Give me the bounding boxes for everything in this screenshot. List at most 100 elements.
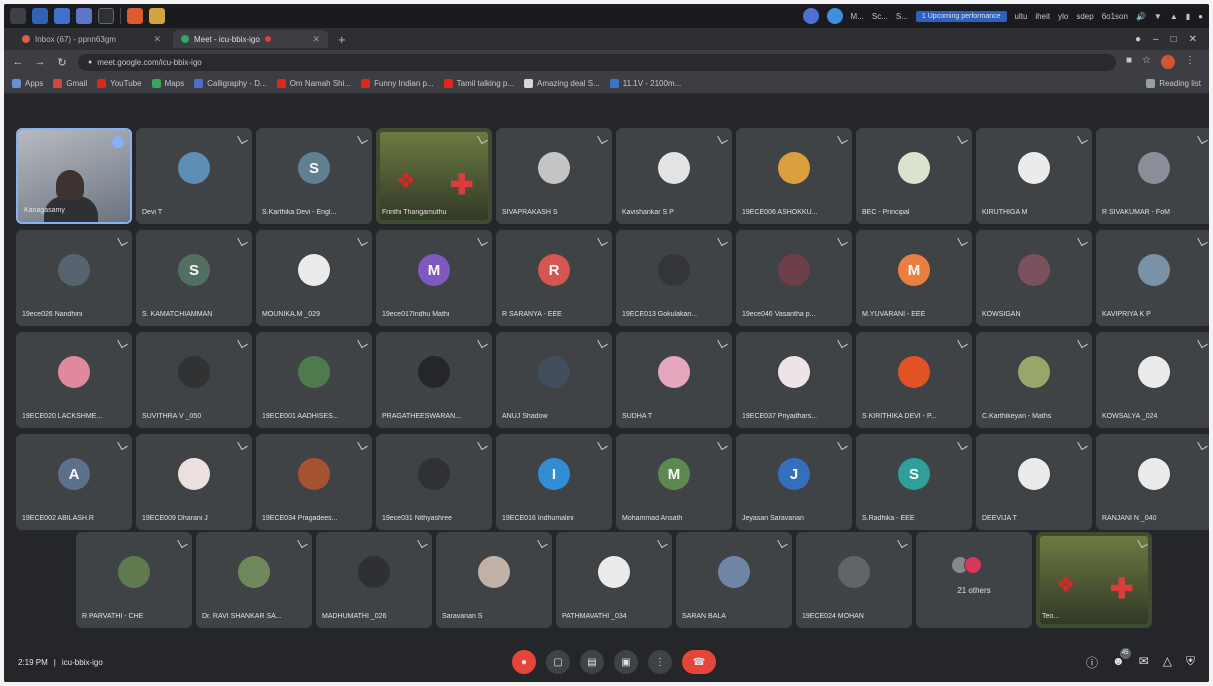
participant-tile[interactable]: 19ECE024 MOHAN	[796, 532, 912, 628]
participant-tile[interactable]: ❖ ✚ Teo...	[1036, 532, 1152, 628]
participant-tile[interactable]: Kanagasamy	[16, 128, 132, 224]
file-manager-icon[interactable]	[32, 8, 48, 24]
participant-tile[interactable]: MADHUMATHI _026	[316, 532, 432, 628]
maximize-icon[interactable]: □	[1171, 34, 1177, 45]
participant-tile[interactable]: R R SARANYA - EEE	[496, 230, 612, 326]
terminal-icon[interactable]	[76, 8, 92, 24]
participant-tile[interactable]: 19ECE013 Gokulakan...	[616, 230, 732, 326]
volume-icon[interactable]: 🔊	[1136, 12, 1146, 21]
participant-tile[interactable]: PRAGATHEESWARAN...	[376, 332, 492, 428]
more-options-button[interactable]: ⋮	[648, 650, 672, 674]
participant-tile[interactable]: M M.YUVARANI - EEE	[856, 230, 972, 326]
participant-tile[interactable]: Devi T	[136, 128, 252, 224]
meeting-details-icon[interactable]: ⓘ	[1086, 654, 1098, 671]
participant-tile[interactable]: M 19ece017Indhu Mathi	[376, 230, 492, 326]
chrome-icon[interactable]	[149, 8, 165, 24]
bookmark-calligraphy[interactable]: Calligraphy - D...	[194, 79, 267, 88]
address-bar[interactable]: ● meet.google.com/icu-bbix-igo	[78, 53, 1116, 71]
participant-tile[interactable]: 19ece046 Vasantha p...	[736, 230, 852, 326]
bookmark-youtube[interactable]: YouTube	[97, 79, 142, 88]
bookmark-funny-indian[interactable]: Funny Indian p...	[361, 79, 434, 88]
new-tab-icon[interactable]: +	[332, 32, 352, 47]
participant-tile[interactable]: SUDHA T	[616, 332, 732, 428]
participant-tile[interactable]: DEEVIJA T	[976, 434, 1092, 530]
participant-tile[interactable]: BEC - Principal	[856, 128, 972, 224]
bookmark-star-icon[interactable]: ☆	[1142, 55, 1151, 69]
brave-icon[interactable]	[127, 8, 143, 24]
camera-permission-icon[interactable]: ■	[1126, 55, 1132, 69]
participant-tile[interactable]: M Mohammad Ansath	[616, 434, 732, 530]
bookmark-gmail[interactable]: Gmail	[53, 79, 87, 88]
participant-tile[interactable]: KIRUTHIGA M	[976, 128, 1092, 224]
battery-icon[interactable]: ▮	[1186, 12, 1190, 21]
taskbar-window-2[interactable]: Sc...	[872, 12, 888, 21]
taskbar-window-3[interactable]: S...	[896, 12, 908, 21]
people-button[interactable]: ☻ 45	[1112, 647, 1131, 671]
participant-tile[interactable]: C.Karthikeyan - Maths	[976, 332, 1092, 428]
chat-icon[interactable]: ✉	[1139, 654, 1149, 671]
participant-tile[interactable]: MOUNIKA.M _029	[256, 230, 372, 326]
profile-dot-icon[interactable]: ●	[1135, 34, 1141, 45]
menu-dots-icon[interactable]: ⋮	[1185, 55, 1195, 69]
leave-call-button[interactable]: ☎	[682, 650, 716, 674]
mic-off-button[interactable]: ●	[512, 650, 536, 674]
participant-tile[interactable]: S KIRITHIKA DEVI - P...	[856, 332, 972, 428]
close-window-icon[interactable]: ✕	[1189, 34, 1197, 45]
participant-tile[interactable]: SIVAPRAKASH S	[496, 128, 612, 224]
present-button[interactable]: ▣	[614, 650, 638, 674]
reload-icon[interactable]: ↻	[56, 56, 68, 69]
bookmark-apps[interactable]: Apps	[12, 79, 43, 88]
bookmark-amazing-deal[interactable]: Amazing deal S...	[524, 79, 600, 88]
participant-tile[interactable]: R PARVATHI - CHE	[76, 532, 192, 628]
participant-tile[interactable]: I 19ECE016 Indhumalini	[496, 434, 612, 530]
participant-tile[interactable]: S S.Karthika Devi - Engl...	[256, 128, 372, 224]
participant-tile[interactable]: R SIVAKUMAR - FoM	[1096, 128, 1209, 224]
participant-tile[interactable]: Dr. RAVI SHANKAR SA...	[196, 532, 312, 628]
participant-tile[interactable]: ❖ ✚ Frinthi Thangamuthu	[376, 128, 492, 224]
participant-tile[interactable]: 19ECE020 LACKSHME...	[16, 332, 132, 428]
participant-tile[interactable]: A 19ECE002 ABILASH.R	[16, 434, 132, 530]
discord-icon[interactable]	[802, 8, 819, 24]
tab-meet[interactable]: Meet - icu-bbix-igo ✕	[173, 30, 328, 48]
window-icon[interactable]	[98, 8, 114, 24]
bookmark-tamil-talking[interactable]: Tamil talking p...	[443, 79, 514, 88]
host-controls-icon[interactable]: ⛨	[1186, 654, 1195, 671]
activities-icon[interactable]: △	[1163, 654, 1172, 671]
participant-tile[interactable]: 19ECE037 Priyadhars...	[736, 332, 852, 428]
minimize-icon[interactable]: –	[1153, 34, 1159, 45]
participant-tile[interactable]: S S. KAMATCHIAMMAN	[136, 230, 252, 326]
bookmark-battery[interactable]: 11.1V - 2100m...	[609, 79, 681, 88]
participant-tile[interactable]: J Jeyasari Saravanan	[736, 434, 852, 530]
participant-tile[interactable]: RANJANI N _040	[1096, 434, 1209, 530]
lock-icon[interactable]: ●	[1198, 12, 1203, 21]
wifi-icon[interactable]: ▼	[1154, 12, 1162, 21]
participant-tile[interactable]: ANUJ Shadow	[496, 332, 612, 428]
participant-tile[interactable]: 19ECE009 Dharani J	[136, 434, 252, 530]
reading-list[interactable]: Reading list	[1146, 79, 1201, 88]
close-tab-icon[interactable]: ✕	[312, 34, 320, 45]
back-icon[interactable]: ←	[12, 56, 24, 68]
participant-tile[interactable]: 19ece026 Nandhini	[16, 230, 132, 326]
participant-tile[interactable]: KOWSIGAN	[976, 230, 1092, 326]
participant-tile[interactable]: KOWSALYA _024	[1096, 332, 1209, 428]
participant-tile[interactable]: 21 others	[916, 532, 1032, 628]
participant-tile[interactable]: SARAN BALA	[676, 532, 792, 628]
participant-tile[interactable]: PATHMAVATHI _034	[556, 532, 672, 628]
performance-notice[interactable]: 1 Upcoming performance	[915, 10, 1007, 22]
taskbar-window-1[interactable]: M...	[851, 12, 864, 21]
participant-tile[interactable]: Saravanan S	[436, 532, 552, 628]
captions-button[interactable]: ▤	[580, 650, 604, 674]
bookmark-maps[interactable]: Maps	[151, 79, 184, 88]
participant-tile[interactable]: KAVIPRIYA K P	[1096, 230, 1209, 326]
participant-tile[interactable]: Kavishankar S P	[616, 128, 732, 224]
participant-tile[interactable]: 19ECE006 ASHOKKU...	[736, 128, 852, 224]
camera-button[interactable]: ▢	[546, 650, 570, 674]
participant-tile[interactable]: 19ece031 Nithyashree	[376, 434, 492, 530]
close-tab-icon[interactable]: ✕	[153, 34, 161, 45]
notification-bell-icon[interactable]: ▲	[1170, 12, 1178, 21]
bookmark-om-namah[interactable]: Om Namah Shi...	[276, 79, 351, 88]
participant-tile[interactable]: 19ECE034 Pragadees...	[256, 434, 372, 530]
desktop-icon[interactable]	[54, 8, 70, 24]
system-menu-icon[interactable]	[10, 8, 26, 24]
participant-tile[interactable]: S S.Radhika - EEE	[856, 434, 972, 530]
